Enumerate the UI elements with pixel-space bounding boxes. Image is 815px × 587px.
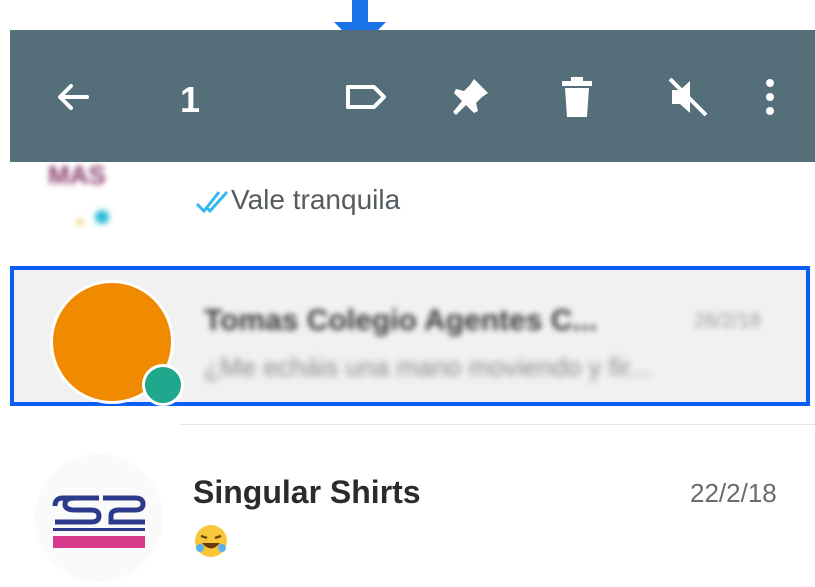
more-options-button[interactable] <box>755 77 785 117</box>
double-check-icon <box>195 190 229 214</box>
label-button[interactable] <box>336 77 396 117</box>
chat-date: 26/2/18 <box>694 310 761 332</box>
selection-toolbar: 1 <box>10 30 815 162</box>
last-message: ¿Me echáis una mano moviendo y fir... <box>204 352 651 382</box>
delete-icon <box>562 77 592 117</box>
chat-row[interactable]: Singular Shirts 22/2/18 <box>0 432 815 582</box>
laughing-emoji-icon <box>195 525 227 557</box>
group-avatar: MAS <box>48 162 109 225</box>
pin-icon <box>453 79 488 115</box>
chat-row[interactable]: MAS Vale tranquila <box>0 162 815 254</box>
pin-button[interactable] <box>440 77 500 117</box>
last-message: Vale tranquila <box>231 184 401 215</box>
singular-shirts-logo <box>52 495 146 548</box>
divider <box>180 424 815 425</box>
selected-check-icon <box>142 364 184 406</box>
delete-button[interactable] <box>550 77 604 117</box>
chat-row-selected[interactable]: Tomas Colegio Agentes C... 26/2/18 ¿Me e… <box>10 266 810 406</box>
svg-text:MAS: MAS <box>48 162 106 190</box>
chat-date: 22/2/18 <box>690 478 777 508</box>
back-button[interactable] <box>48 77 98 117</box>
chat-name: Singular Shirts <box>193 474 421 510</box>
mute-button[interactable] <box>658 77 718 117</box>
selected-count: 1 <box>179 79 201 120</box>
chat-list: MAS Vale tranquila Tomas Colegio Agentes… <box>0 162 815 582</box>
avatar <box>35 454 163 582</box>
back-arrow-icon <box>58 84 89 110</box>
label-icon <box>346 85 386 109</box>
chat-name: Tomas Colegio Agentes C... <box>204 304 598 337</box>
mute-icon <box>668 77 708 117</box>
more-vert-icon <box>766 79 774 115</box>
